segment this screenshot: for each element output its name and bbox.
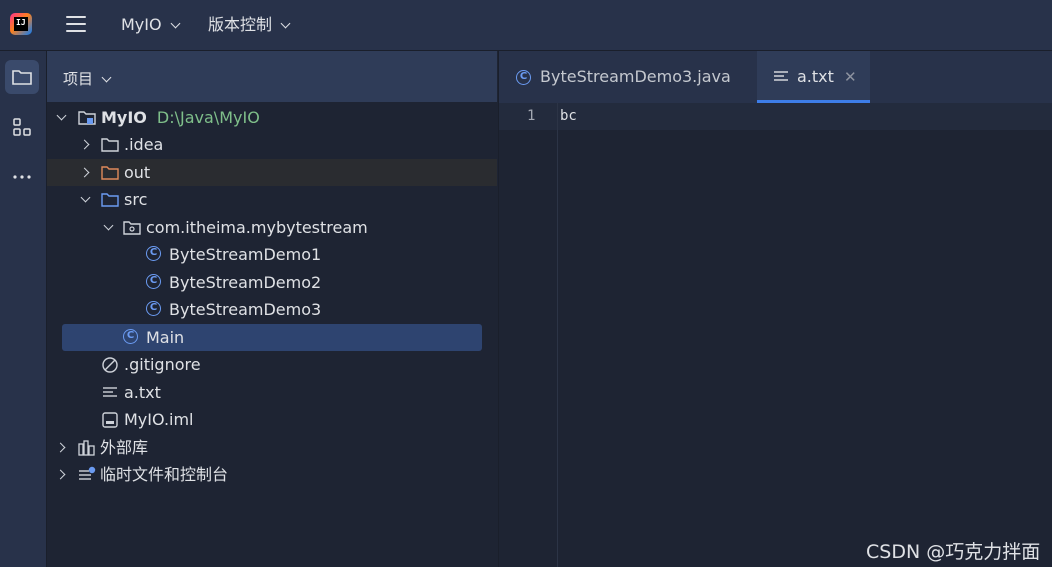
chevron-down-icon — [101, 72, 112, 83]
tree-item-external-libraries[interactable]: 外部库 — [47, 434, 497, 461]
current-line-highlight — [499, 103, 1052, 130]
tree-item-scratches[interactable]: 临时文件和控制台 — [47, 461, 497, 488]
more-icon — [13, 175, 31, 179]
class-icon: C — [516, 70, 531, 85]
vcs-menu-button[interactable]: 版本控制 — [208, 14, 291, 36]
tab-atxt[interactable]: a.txt ✕ — [757, 51, 870, 103]
tree-item-iml[interactable]: MyIO.iml — [47, 406, 497, 433]
tree-item-atxt[interactable]: a.txt — [47, 379, 497, 406]
class-icon: C — [146, 274, 161, 289]
structure-icon — [13, 118, 31, 136]
package-icon — [123, 221, 141, 235]
watermark: CSDN @巧克力拌面 — [866, 541, 1041, 563]
more-tools-button[interactable] — [5, 160, 39, 194]
main-menu-icon[interactable] — [66, 16, 86, 34]
tree-item-label: ByteStreamDemo2 — [169, 273, 322, 292]
project-switcher-label: MyIO — [121, 15, 162, 34]
ignore-file-icon — [102, 357, 118, 373]
source-folder-icon — [101, 193, 119, 207]
tree-item-label: ByteStreamDemo3 — [169, 300, 322, 319]
tree-item-label: out — [124, 163, 151, 182]
tree-item-package[interactable]: com.itheima.mybytestream — [47, 214, 497, 241]
line-number-gutter — [499, 103, 558, 567]
scratches-icon — [79, 466, 96, 480]
panel-title-button[interactable]: 项目 — [63, 68, 112, 89]
panel-header: 项目 — [47, 51, 497, 102]
tree-item-out[interactable]: out — [47, 159, 497, 186]
library-icon — [78, 440, 95, 456]
vcs-menu-label: 版本控制 — [208, 15, 273, 34]
text-file-icon — [774, 71, 788, 81]
tree-item-root[interactable]: MyIO D:\Java\MyIO — [47, 104, 497, 131]
text-file-icon — [103, 387, 117, 397]
project-switcher-button[interactable]: MyIO — [121, 14, 181, 36]
project-tool-button[interactable] — [5, 60, 39, 94]
chevron-down-icon — [170, 18, 181, 29]
expand-arrow-icon[interactable] — [102, 214, 116, 241]
class-icon: C — [146, 301, 161, 316]
module-file-icon — [102, 412, 118, 428]
tree-item-label: Main — [146, 328, 185, 347]
expand-arrow-icon[interactable] — [55, 104, 69, 131]
line-number: 1 — [527, 108, 536, 124]
tree-item-gitignore[interactable]: .gitignore — [47, 351, 497, 378]
tree-item-main[interactable]: C Main — [62, 324, 482, 351]
tree-item-label: MyIO.iml — [124, 410, 194, 429]
tool-window-strip — [0, 51, 47, 567]
tree-item-class[interactable]: C ByteStreamDemo1 — [47, 241, 497, 268]
editor-tab-bar: C ByteStreamDemo3.java a.txt ✕ — [499, 51, 1052, 103]
code-line[interactable]: bc — [560, 108, 577, 124]
tree-item-class[interactable]: C ByteStreamDemo2 — [47, 269, 497, 296]
module-folder-icon — [78, 111, 96, 125]
tree-item-label: com.itheima.mybytestream — [146, 218, 368, 237]
tab-label: a.txt — [797, 67, 834, 86]
tree-item-label: MyIO D:\Java\MyIO — [101, 108, 260, 127]
project-panel: 项目 MyIO D:\Java\MyIO .idea out src com.it… — [47, 51, 497, 567]
tree-item-class[interactable]: C ByteStreamDemo3 — [47, 296, 497, 323]
intellij-logo-icon[interactable]: IJ — [10, 13, 32, 35]
editor-area: C ByteStreamDemo3.java a.txt ✕ 1 bc — [498, 51, 1052, 567]
tree-item-label: src — [124, 190, 148, 209]
tab-label: ByteStreamDemo3.java — [540, 67, 731, 86]
class-icon: C — [146, 246, 161, 261]
expand-arrow-icon[interactable] — [55, 461, 69, 488]
tree-item-label: ByteStreamDemo1 — [169, 245, 322, 264]
tree-item-idea[interactable]: .idea — [47, 131, 497, 158]
tree-item-label: .gitignore — [124, 355, 201, 374]
tree-item-src[interactable]: src — [47, 186, 497, 213]
tab-bytestreamdemo3[interactable]: C ByteStreamDemo3.java — [499, 51, 756, 103]
excluded-folder-icon — [101, 166, 119, 180]
chevron-down-icon — [280, 18, 291, 29]
tree-item-label: 外部库 — [100, 438, 149, 457]
structure-tool-button[interactable] — [5, 110, 39, 144]
panel-title: 项目 — [63, 70, 94, 88]
title-bar: IJ MyIO 版本控制 — [0, 0, 1052, 51]
folder-icon — [101, 138, 119, 152]
tree-item-label: a.txt — [124, 383, 161, 402]
class-icon: C — [123, 329, 138, 344]
expand-arrow-icon[interactable] — [55, 434, 69, 461]
expand-arrow-icon[interactable] — [79, 159, 93, 186]
tree-item-label: .idea — [124, 135, 164, 154]
folder-icon — [12, 70, 32, 85]
expand-arrow-icon[interactable] — [79, 186, 93, 213]
expand-arrow-icon[interactable] — [79, 131, 93, 158]
close-icon[interactable]: ✕ — [844, 51, 857, 103]
tree-item-label: 临时文件和控制台 — [100, 465, 229, 484]
